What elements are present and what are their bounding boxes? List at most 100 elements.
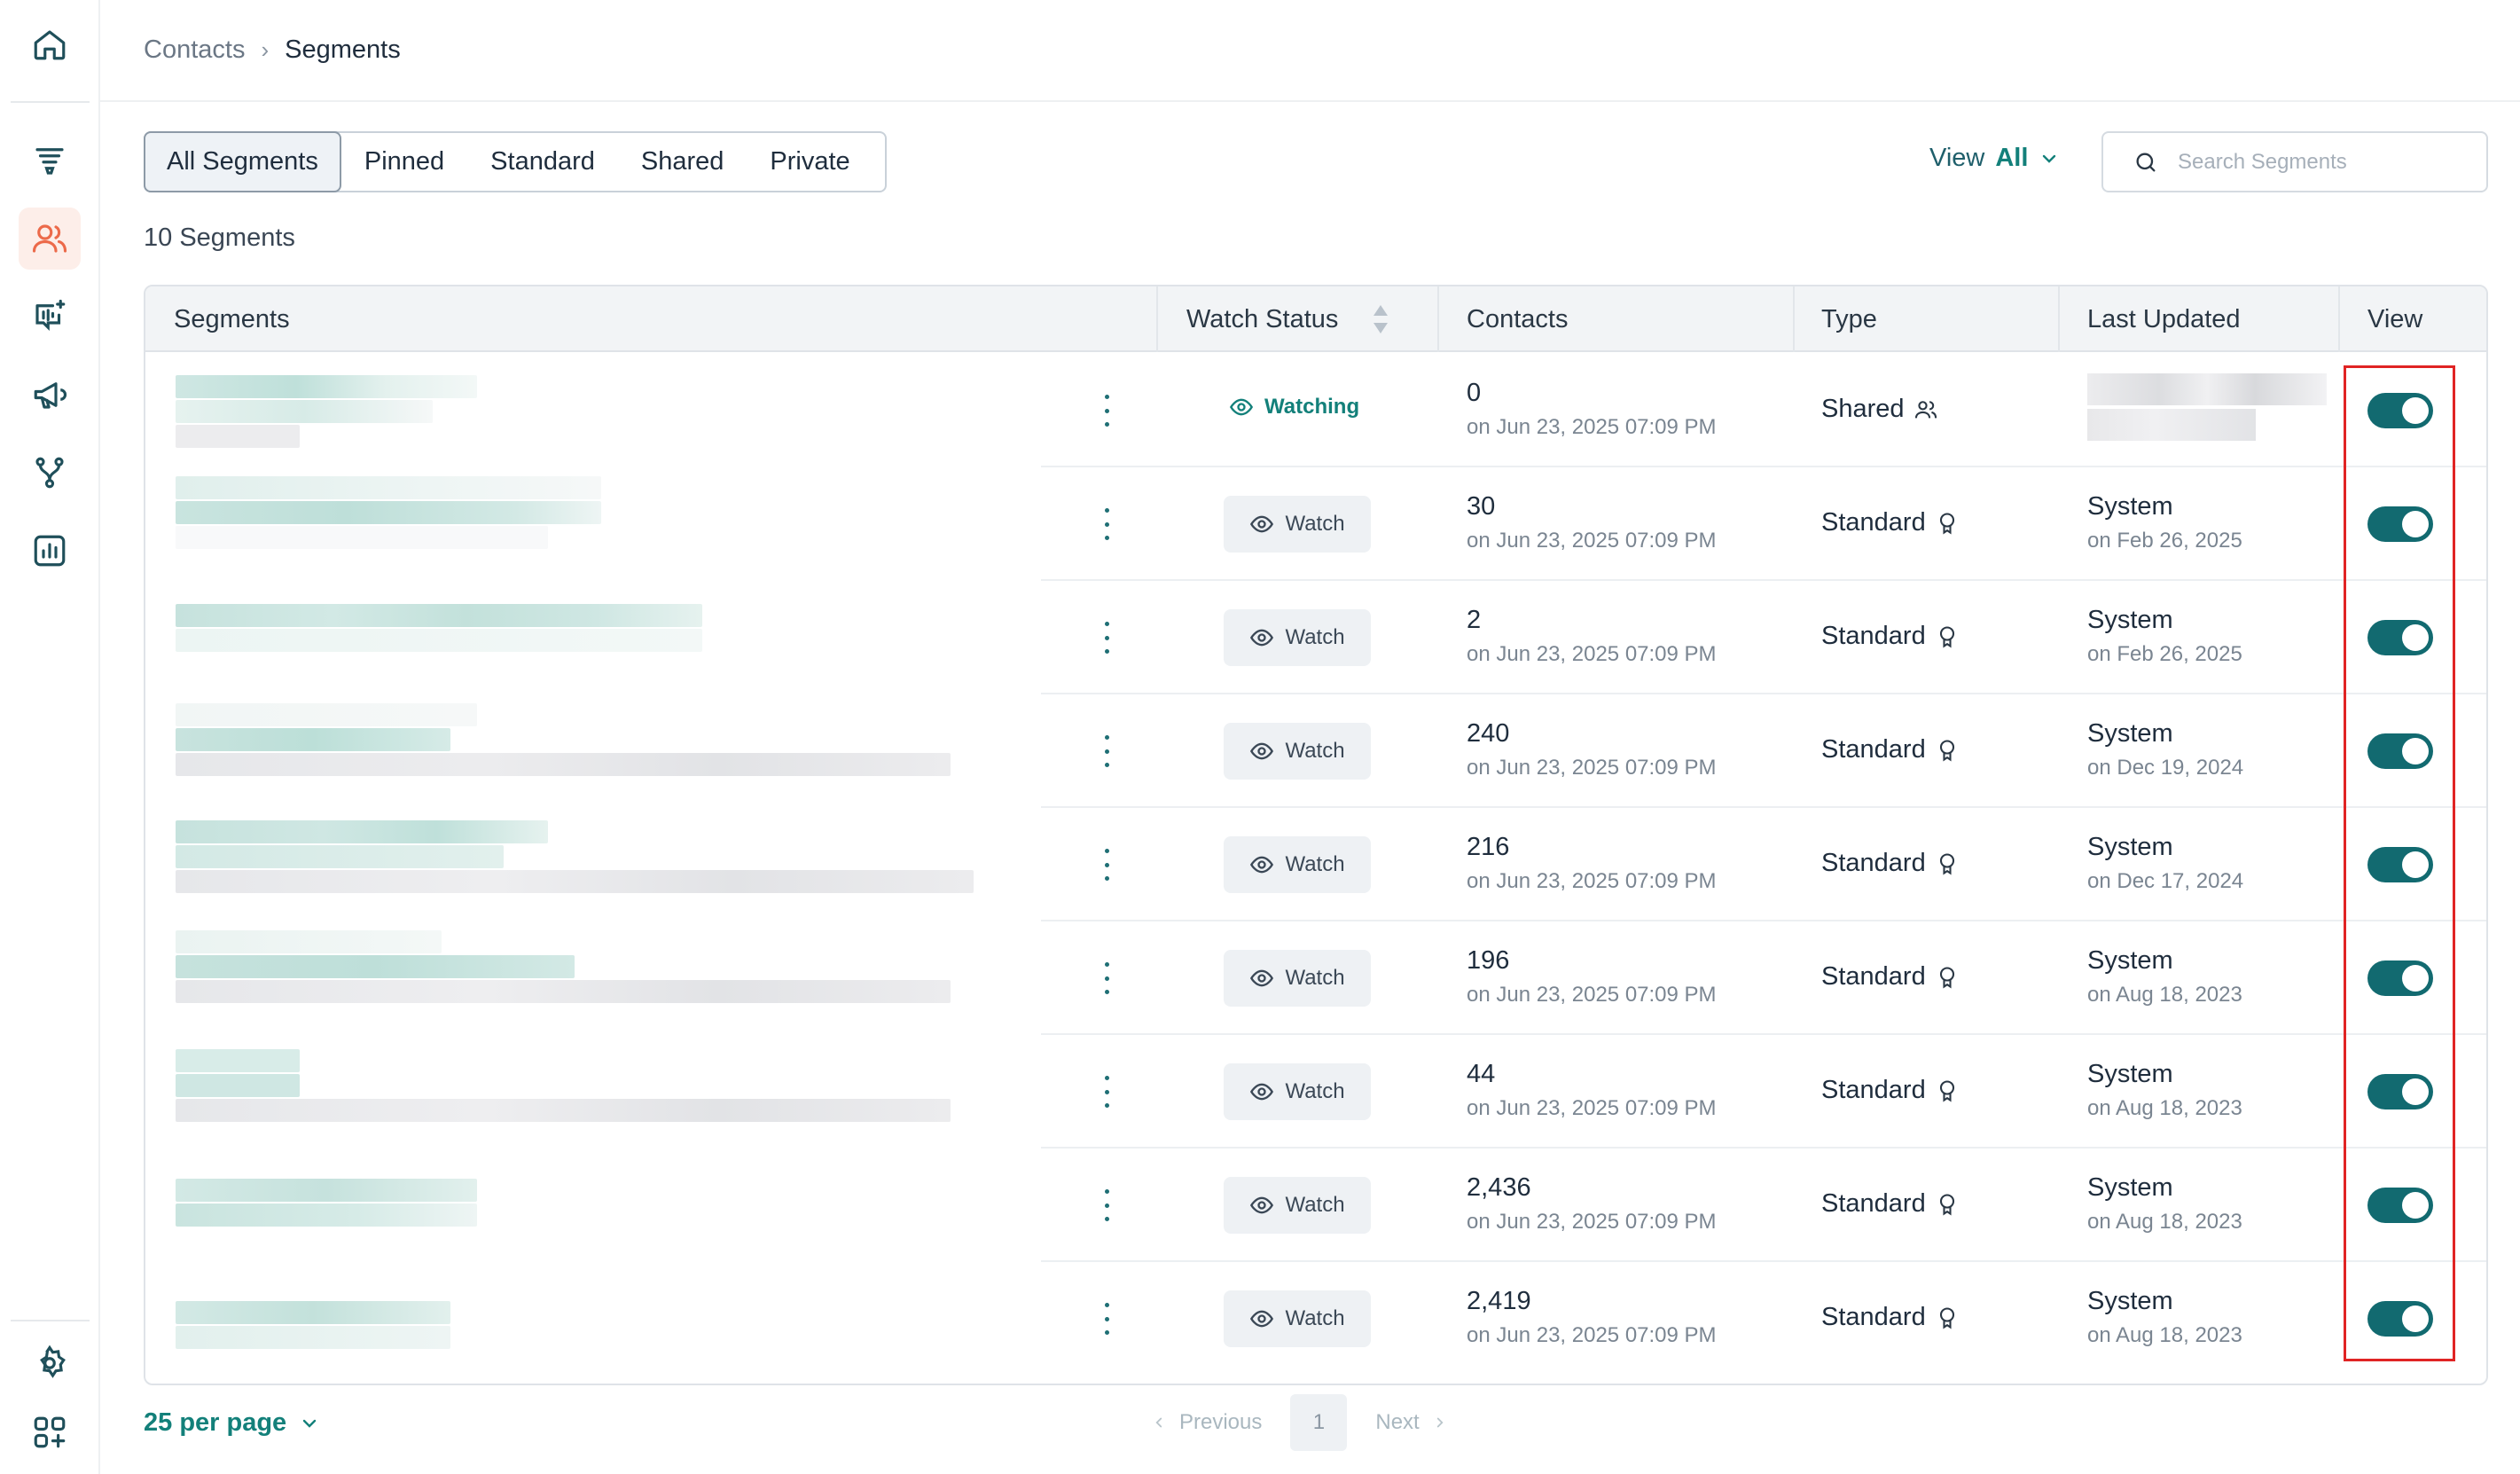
view-filter-value: All [1995, 144, 2029, 172]
more-options-icon[interactable] [1103, 735, 1110, 767]
contacts-count: 2,419 [1467, 1287, 1531, 1315]
more-options-icon[interactable] [1103, 622, 1110, 654]
type-label: Standard [1821, 962, 1926, 991]
updated-on: on Aug 18, 2023 [2087, 1323, 2242, 1347]
contacts-count: 2 [1467, 606, 1482, 634]
watch-label: Watch [1285, 512, 1345, 536]
eye-icon [1250, 515, 1274, 533]
tab-pinned[interactable]: Pinned [341, 133, 467, 191]
type-label: Standard [1821, 849, 1926, 877]
header-watch-status[interactable]: Watch Status [1158, 286, 1389, 352]
reports-icon[interactable] [19, 520, 81, 582]
segment-tabs: All Segments Pinned Standard Shared Priv… [144, 131, 887, 192]
more-options-icon[interactable] [1103, 1303, 1110, 1335]
last-updated-cell: System on Dec 19, 2024 [2087, 719, 2243, 780]
type-label: Standard [1821, 1076, 1926, 1104]
type-label: Standard [1821, 1189, 1926, 1218]
search-input[interactable] [2178, 149, 2479, 175]
tab-standard[interactable]: Standard [467, 133, 618, 191]
more-options-icon[interactable] [1103, 1189, 1110, 1221]
breadcrumb-contacts-link[interactable]: Contacts [144, 35, 245, 65]
updated-by: System [2087, 833, 2173, 861]
sort-icon[interactable] [1372, 303, 1389, 335]
type-cell: Shared [1821, 395, 1938, 424]
watch-button[interactable]: Watch [1224, 950, 1371, 1007]
contacts-date: on Jun 23, 2025 07:09 PM [1467, 1096, 1717, 1120]
contacts-icon[interactable] [19, 208, 81, 270]
more-options-icon[interactable] [1103, 395, 1110, 427]
type-cell: Standard [1821, 1303, 1960, 1332]
watch-button[interactable]: Watch [1224, 1177, 1371, 1234]
ai-chat-icon[interactable] [19, 286, 81, 348]
contacts-cell: 30 on Jun 23, 2025 07:09 PM [1467, 492, 1717, 553]
page-number-button[interactable]: 1 [1290, 1394, 1348, 1451]
eye-icon [1250, 1083, 1274, 1101]
funnel-icon[interactable] [19, 129, 81, 192]
table-row: Watch 216 on Jun 23, 2025 07:09 PM Stand… [145, 808, 2486, 921]
watching-status[interactable]: Watching [1229, 395, 1359, 419]
type-cell: Standard [1821, 735, 1960, 764]
watch-button[interactable]: Watch [1224, 1290, 1371, 1347]
award-icon [1939, 739, 1954, 761]
watch-button[interactable]: Watch [1224, 836, 1371, 893]
tab-shared[interactable]: Shared [618, 133, 747, 191]
contacts-cell: 44 on Jun 23, 2025 07:09 PM [1467, 1060, 1717, 1121]
contacts-cell: 0 on Jun 23, 2025 07:09 PM [1467, 379, 1717, 440]
last-updated-cell: System on Feb 26, 2025 [2087, 492, 2242, 553]
previous-page-button[interactable]: Previous [1151, 1410, 1262, 1435]
megaphone-icon[interactable] [19, 364, 81, 426]
contacts-cell: 2 on Jun 23, 2025 07:09 PM [1467, 606, 1717, 667]
header-last-updated: Last Updated [2087, 304, 2241, 333]
more-options-icon[interactable] [1103, 508, 1110, 540]
last-updated-redacted [2087, 373, 2327, 441]
header-contacts: Contacts [1467, 304, 1569, 333]
pagination: Previous 1 Next [1151, 1394, 1448, 1451]
more-options-icon[interactable] [1103, 962, 1110, 994]
chevron-down-icon [2043, 154, 2056, 163]
contacts-cell: 216 on Jun 23, 2025 07:09 PM [1467, 833, 1717, 894]
updated-by: System [2087, 946, 2173, 975]
more-options-icon[interactable] [1103, 849, 1110, 881]
settings-icon[interactable] [19, 1332, 81, 1394]
type-cell: Standard [1821, 622, 1960, 651]
type-cell: Standard [1821, 1076, 1960, 1105]
apps-add-icon[interactable] [19, 1401, 81, 1463]
workflow-icon[interactable] [19, 442, 81, 504]
view-filter-label: View [1929, 144, 1985, 172]
eye-icon [1250, 1310, 1274, 1328]
table-row: Watch 2 on Jun 23, 2025 07:09 PM Standar… [145, 581, 2486, 694]
contacts-date: on Jun 23, 2025 07:09 PM [1467, 1210, 1717, 1234]
per-page-dropdown[interactable]: 25 per page [144, 1408, 320, 1438]
contacts-date: on Jun 23, 2025 07:09 PM [1467, 529, 1717, 553]
eye-icon [1250, 969, 1274, 987]
eye-icon [1250, 1196, 1274, 1214]
watch-button[interactable]: Watch [1224, 609, 1371, 666]
table-row: Watching 0 on Jun 23, 2025 07:09 PM Shar… [145, 354, 2486, 467]
more-options-icon[interactable] [1103, 1076, 1110, 1108]
watch-button[interactable]: Watch [1224, 1063, 1371, 1120]
next-page-button[interactable]: Next [1375, 1410, 1447, 1435]
eye-icon [1229, 398, 1254, 416]
watch-button[interactable]: Watch [1224, 496, 1371, 553]
contacts-count: 240 [1467, 719, 1510, 748]
watch-label: Watching [1264, 395, 1360, 419]
sidebar [0, 0, 100, 1474]
contacts-cell: 2,419 on Jun 23, 2025 07:09 PM [1467, 1287, 1717, 1348]
next-label: Next [1375, 1410, 1420, 1434]
home-icon[interactable] [19, 13, 81, 75]
watch-button[interactable]: Watch [1224, 723, 1371, 780]
view-filter-dropdown[interactable]: View All [1929, 144, 2060, 173]
sidebar-divider [11, 1320, 90, 1321]
header-type: Type [1821, 304, 1877, 333]
updated-by: System [2087, 1060, 2173, 1088]
tab-all-segments[interactable]: All Segments [144, 131, 341, 192]
award-icon [1939, 512, 1954, 534]
table-row: Watch 2,419 on Jun 23, 2025 07:09 PM Sta… [145, 1262, 2486, 1376]
watch-label: Watch [1285, 1306, 1345, 1330]
contacts-count: 30 [1467, 492, 1496, 521]
chevron-left-icon [1155, 1417, 1162, 1428]
users-icon [1914, 400, 1937, 418]
watch-label: Watch [1285, 739, 1345, 763]
tab-private[interactable]: Private [747, 133, 873, 191]
contacts-count: 216 [1467, 833, 1510, 861]
